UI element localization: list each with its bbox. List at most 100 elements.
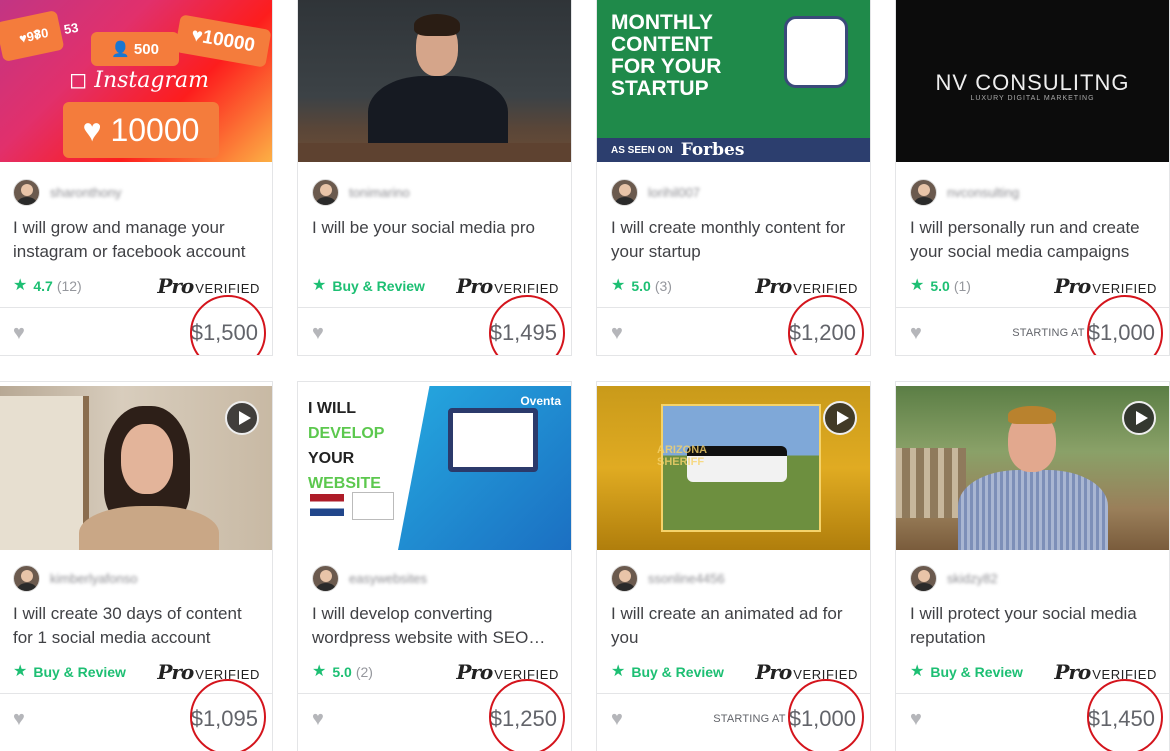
seller-name[interactable]: lorihil007	[648, 185, 700, 200]
play-icon[interactable]	[823, 401, 857, 435]
rating-row: ★ Buy & Review Pro VERIFIED	[611, 660, 858, 684]
price[interactable]: $1,495	[490, 320, 557, 346]
headline-line: DEVELOP	[308, 425, 385, 442]
price[interactable]: STARTING AT $1,000	[1012, 320, 1155, 346]
play-icon[interactable]	[1122, 401, 1156, 435]
price[interactable]: $1,200	[789, 320, 856, 346]
heart-icon[interactable]: ♥	[611, 323, 623, 343]
buy-review-link[interactable]: Buy & Review	[332, 278, 425, 294]
headline-line: MONTHLY	[611, 11, 713, 34]
seller-info[interactable]: sharonthony	[13, 178, 122, 206]
gig-title[interactable]: I will create an animated ad for you	[611, 602, 861, 650]
avatar[interactable]	[910, 178, 937, 206]
seller-name[interactable]: sharonthony	[50, 185, 122, 200]
price-value: $1,095	[190, 705, 258, 731]
gig-card[interactable]: I WILL DEVELOP YOUR WEBSITE Oventa easyw…	[297, 381, 572, 751]
sheriff-line: SHERIFF	[657, 456, 705, 468]
price-value: $1,450	[1087, 705, 1155, 731]
star-icon: ★	[312, 277, 327, 294]
star-icon: ★	[13, 663, 28, 680]
gig-title[interactable]: I will grow and manage your instagram or…	[13, 216, 263, 264]
gig-thumbnail[interactable]	[298, 0, 571, 162]
gig-card[interactable]: tonimarino I will be your social media p…	[297, 0, 572, 356]
avatar[interactable]	[312, 564, 339, 592]
avatar[interactable]	[611, 178, 638, 206]
rating-row: ★ Buy & Review Pro VERIFIED	[13, 660, 260, 684]
price[interactable]: $1,250	[490, 706, 557, 732]
buy-review-link[interactable]: Buy & Review	[631, 664, 724, 680]
card-footer: ♥ $1,500	[0, 307, 272, 355]
person-body	[79, 506, 219, 550]
rating-row: ★ 5.0 (2) Pro VERIFIED	[312, 660, 559, 684]
gig-card[interactable]: skidzy82 I will protect your social medi…	[895, 381, 1170, 751]
seller-info[interactable]: easywebsites	[312, 564, 427, 592]
thumbnail-headline: MONTHLY CONTENT FOR YOUR STARTUP	[611, 12, 721, 100]
avatar[interactable]	[312, 178, 339, 206]
gig-title[interactable]: I will create 30 days of content for 1 s…	[13, 602, 263, 650]
forbes-logo: Forbes	[680, 140, 745, 160]
pro-verified-badge: Pro VERIFIED	[1054, 274, 1157, 298]
seller-name[interactable]: tonimarino	[349, 185, 410, 200]
seller-name[interactable]: nvconsulting	[947, 185, 1019, 200]
gig-thumbnail[interactable]	[896, 386, 1169, 550]
gig-card[interactable]: MONTHLY CONTENT FOR YOUR STARTUP AS SEEN…	[596, 0, 871, 356]
brand-logo-text: NV CONSULITNG	[935, 70, 1130, 95]
gig-thumbnail[interactable]: ARIZONA SHERIFF	[597, 386, 870, 550]
price[interactable]: $1,450	[1088, 706, 1155, 732]
gig-title[interactable]: I will develop converting wordpress webs…	[312, 602, 562, 650]
heart-icon[interactable]: ♥	[312, 323, 324, 343]
rating-score: 5.0	[930, 278, 950, 294]
seller-info[interactable]: skidzy82	[910, 564, 998, 592]
heart-icon[interactable]: ♥	[910, 709, 922, 729]
certified-badge-icon	[784, 16, 848, 88]
heart-icon[interactable]: ♥	[312, 709, 324, 729]
seller-name[interactable]: kimberlyafonso	[50, 571, 137, 586]
verified-label: VERIFIED	[195, 281, 260, 296]
gig-title[interactable]: I will personally run and create your so…	[910, 216, 1160, 264]
play-icon[interactable]	[225, 401, 259, 435]
seller-info[interactable]: ssonline4456	[611, 564, 725, 592]
gig-card[interactable]: ARIZONA SHERIFF ssonline4456 I will crea…	[596, 381, 871, 751]
price[interactable]: $1,095	[191, 706, 258, 732]
price[interactable]: STARTING AT $1,000	[713, 706, 856, 732]
gig-card[interactable]: ♥ 97 80 53 👤 500 ♥ 10000 ◻ Instagram ♥ 100…	[0, 0, 273, 356]
gig-card[interactable]: NV CONSULITNG LUXURY DIGITAL MARKETING n…	[895, 0, 1170, 356]
pro-verified-badge: Pro VERIFIED	[1054, 660, 1157, 684]
heart-icon[interactable]: ♥	[611, 709, 623, 729]
seller-info[interactable]: tonimarino	[312, 178, 410, 206]
avatar[interactable]	[611, 564, 638, 592]
avatar[interactable]	[13, 564, 40, 592]
seller-info[interactable]: lorihil007	[611, 178, 700, 206]
arizona-line: ARIZONA	[657, 444, 708, 456]
seller-info[interactable]: kimberlyafonso	[13, 564, 137, 592]
buy-review-link[interactable]: Buy & Review	[930, 664, 1023, 680]
price-value: $1,000	[1087, 319, 1155, 345]
seller-name[interactable]: ssonline4456	[648, 571, 725, 586]
gig-title[interactable]: I will be your social media pro	[312, 216, 562, 264]
heart-icon[interactable]: ♥	[910, 323, 922, 343]
buy-review-link[interactable]: Buy & Review	[33, 664, 126, 680]
gig-thumbnail[interactable]: I WILL DEVELOP YOUR WEBSITE Oventa	[298, 386, 571, 550]
gig-card[interactable]: kimberlyafonso I will create 30 days of …	[0, 381, 273, 751]
price[interactable]: $1,500	[191, 320, 258, 346]
seller-info[interactable]: nvconsulting	[910, 178, 1019, 206]
heart-icon[interactable]: ♥	[13, 709, 25, 729]
gig-title[interactable]: I will protect your social media reputat…	[910, 602, 1160, 650]
gig-thumbnail[interactable]	[0, 386, 272, 550]
avatar[interactable]	[13, 178, 40, 206]
gig-thumbnail[interactable]: ♥ 97 80 53 👤 500 ♥ 10000 ◻ Instagram ♥ 100…	[0, 0, 272, 162]
heart-icon[interactable]: ♥	[13, 323, 25, 343]
headline-line: CONTENT	[611, 33, 713, 56]
seller-name[interactable]: easywebsites	[349, 571, 427, 586]
card-footer: ♥ STARTING AT $1,000	[896, 307, 1169, 355]
bubble-text: 10000	[200, 26, 257, 57]
seller-name[interactable]: skidzy82	[947, 571, 998, 586]
person-body	[958, 470, 1108, 550]
rating-row: ★ Buy & Review Pro VERIFIED	[910, 660, 1157, 684]
gig-thumbnail[interactable]: NV CONSULITNG LUXURY DIGITAL MARKETING	[896, 0, 1169, 162]
avatar[interactable]	[910, 564, 937, 592]
gig-thumbnail[interactable]: MONTHLY CONTENT FOR YOUR STARTUP AS SEEN…	[597, 0, 870, 162]
arizona-text: ARIZONA SHERIFF	[657, 444, 707, 468]
price-value: $1,500	[190, 319, 258, 345]
gig-title[interactable]: I will create monthly content for your s…	[611, 216, 861, 264]
